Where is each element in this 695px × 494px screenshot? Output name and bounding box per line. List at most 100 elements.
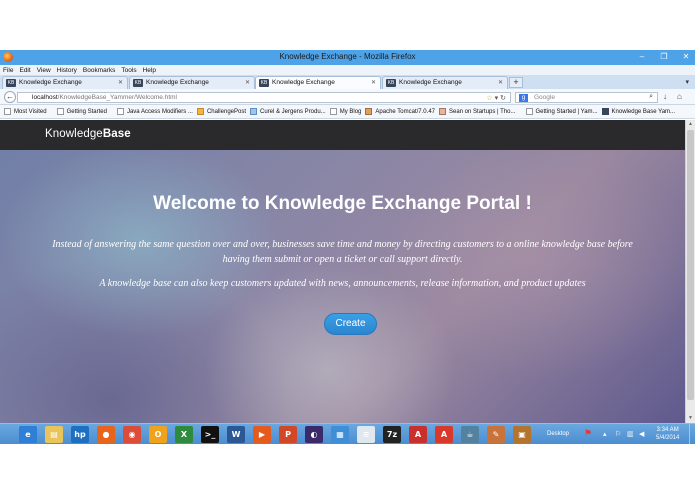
bookmark-label: Knowledge Base Yam... [611, 108, 676, 115]
dropdown-icon: ▾ [494, 95, 499, 102]
bookmark-icon [329, 108, 337, 115]
create-button[interactable]: Create [324, 313, 377, 335]
bookmark-item[interactable]: ChallengePost [196, 108, 246, 115]
tab-close-icon[interactable]: ✕ [371, 79, 376, 86]
site-brand[interactable]: KnowledgeBase [45, 128, 131, 140]
menu-history[interactable]: History [57, 67, 77, 74]
taskbar-java-icon[interactable]: ☕ [461, 426, 479, 443]
tab-label: Knowledge Exchange [19, 79, 82, 86]
bookmark-label: Getting Started | Yam... [535, 108, 598, 115]
bookmark-label: Sean on Startups | Tho... [449, 108, 516, 115]
menu-tools[interactable]: Tools [121, 67, 136, 74]
bookmark-icon [56, 108, 64, 115]
minimize-button[interactable]: – [637, 52, 647, 62]
bookmarks-toolbar: Most Visited Getting Started Java Access… [0, 105, 695, 119]
bookmark-item[interactable]: My Blog [329, 108, 361, 115]
tab-label: Knowledge Exchange [399, 79, 462, 86]
tab-label: Knowledge Exchange [272, 79, 335, 86]
bookmark-icon [601, 108, 609, 115]
tab-favicon: KB [6, 79, 16, 87]
taskbar-acrobat-icon[interactable]: A [409, 426, 427, 443]
bookmark-label: Getting Started [66, 108, 107, 115]
url-host: localhost [32, 94, 58, 101]
tab-4[interactable]: KB Knowledge Exchange ✕ [382, 76, 508, 89]
bookmark-item[interactable]: Most Visited [4, 108, 47, 115]
bookmark-item[interactable]: Getting Started [56, 108, 107, 115]
taskbar-archive-icon[interactable]: ▣ [513, 426, 531, 443]
tab-1[interactable]: KB Knowledge Exchange ✕ [2, 76, 128, 89]
scroll-thumb[interactable] [687, 130, 694, 400]
taskbar-internet-explorer-icon[interactable]: e [19, 426, 37, 443]
scroll-down-icon[interactable]: ▼ [687, 415, 694, 422]
tab-close-icon[interactable]: ✕ [498, 79, 503, 86]
bookmark-item[interactable]: Curel & Jergens Produ... [250, 108, 326, 115]
bookmark-item[interactable]: Java Access Modifiers ... [116, 108, 193, 115]
show-desktop-button[interactable] [689, 424, 695, 445]
web-page: KnowledgeBase Welcome to Knowledge Excha… [0, 120, 685, 423]
bookmark-icon [525, 108, 533, 115]
tab-favicon: KB [133, 79, 143, 87]
back-button[interactable]: ← [4, 91, 16, 103]
taskbar-paint-icon[interactable]: ✎ [487, 426, 505, 443]
bookmark-item[interactable]: Apache Tomcat/7.0.47 [365, 108, 435, 115]
tab-favicon: KB [386, 79, 396, 87]
menu-help[interactable]: Help [143, 67, 156, 74]
taskbar-network-icon[interactable]: ▦ [331, 426, 349, 443]
taskbar-notepad-icon[interactable]: ≡ [357, 426, 375, 443]
bookmark-item[interactable]: Knowledge Base Yam... [601, 108, 676, 115]
bookmark-label: Apache Tomcat/7.0.47 [375, 108, 435, 115]
taskbar-file-explorer-icon[interactable]: ▤ [45, 426, 63, 443]
taskbar-command-prompt-icon[interactable]: >_ [201, 426, 219, 443]
hero-description: Instead of answering the same question o… [52, 239, 633, 265]
bookmark-item[interactable]: Sean on Startups | Tho... [439, 108, 516, 115]
menu-bar: File Edit View History Bookmarks Tools H… [0, 65, 695, 75]
taskbar-chrome-icon[interactable]: ◉ [123, 426, 141, 443]
taskbar-word-icon[interactable]: W [227, 426, 245, 443]
hero-subtext: A knowledge base can also keep customers… [99, 278, 586, 289]
window-controls: – ❐ ✕ [637, 52, 691, 62]
new-tab-button[interactable]: + [509, 77, 523, 88]
navigation-bar: ← localhost/KnowledgeBase_Yammer/Welcome… [0, 89, 695, 105]
menu-bookmarks[interactable]: Bookmarks [83, 67, 116, 74]
list-all-tabs-icon[interactable]: ▾ [685, 78, 689, 86]
taskbar-7zip-icon[interactable]: 7z [383, 426, 401, 443]
bookmark-star-icon[interactable]: ☆ ▾ ↻ [486, 94, 506, 102]
tab-close-icon[interactable]: ✕ [245, 79, 250, 86]
bookmark-label: Curel & Jergens Produ... [260, 108, 326, 115]
vertical-scrollbar[interactable]: ▲ ▼ [685, 120, 695, 423]
menu-edit[interactable]: Edit [19, 67, 30, 74]
maximize-button[interactable]: ❐ [659, 52, 669, 62]
search-engine-icon[interactable]: g [519, 94, 528, 102]
clock-time: 3:34 AM [656, 427, 679, 433]
tab-favicon: KB [259, 79, 269, 87]
taskbar-acrobat-reader-icon[interactable]: A [435, 426, 453, 443]
tab-strip: KB Knowledge Exchange ✕ KB Knowledge Exc… [0, 75, 695, 89]
taskbar-eclipse-icon[interactable]: ◐ [305, 426, 323, 443]
bookmark-icon [365, 108, 373, 115]
clock-date: 5/4/2014 [656, 435, 680, 441]
nav-icons: ↓ ⌂ [663, 92, 682, 101]
taskbar-outlook-icon[interactable]: O [149, 426, 167, 443]
menu-file[interactable]: File [3, 67, 13, 74]
tab-2[interactable]: KB Knowledge Exchange ✕ [129, 76, 255, 89]
home-icon[interactable]: ⌂ [677, 92, 682, 101]
taskbar-powerpoint-icon[interactable]: P [279, 426, 297, 443]
search-box[interactable]: g Google ⌕ [515, 92, 658, 103]
menu-view[interactable]: View [37, 67, 51, 74]
taskbar-firefox-icon[interactable]: ● [97, 426, 115, 443]
address-bar[interactable]: localhost/KnowledgeBase_Yammer/Welcome.h… [17, 92, 511, 103]
scroll-up-icon[interactable]: ▲ [687, 121, 694, 128]
search-icon[interactable]: ⌕ [649, 93, 653, 101]
bookmark-icon [250, 108, 257, 115]
bookmark-item[interactable]: Getting Started | Yam... [525, 108, 598, 115]
bookmark-label: ChallengePost [206, 108, 246, 115]
tab-3-active[interactable]: KB Knowledge Exchange ✕ [255, 76, 381, 89]
window-title: Knowledge Exchange - Mozilla Firefox [279, 52, 416, 61]
tab-close-icon[interactable]: ✕ [118, 79, 123, 86]
taskbar-excel-icon[interactable]: X [175, 426, 193, 443]
screen: Knowledge Exchange - Mozilla Firefox – ❐… [0, 0, 695, 494]
taskbar-media-player-icon[interactable]: ▶ [253, 426, 271, 443]
close-button[interactable]: ✕ [681, 52, 691, 62]
downloads-icon[interactable]: ↓ [663, 92, 667, 101]
taskbar-hp-icon[interactable]: hp [71, 426, 89, 443]
